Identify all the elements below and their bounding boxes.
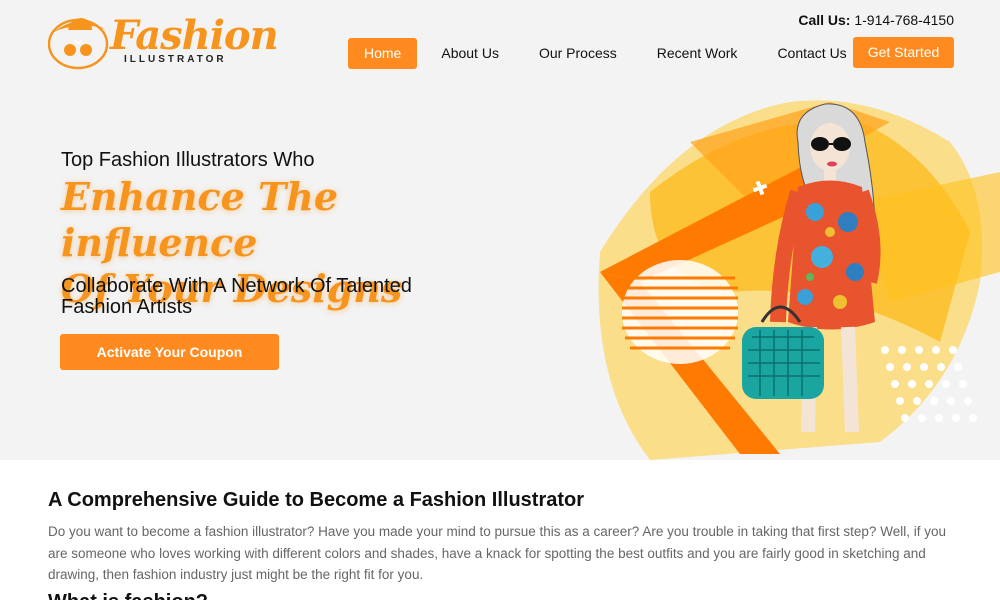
what-is-fashion-heading: What is fashion? bbox=[48, 591, 208, 600]
guide-body-text: Do you want to become a fashion illustra… bbox=[48, 524, 946, 582]
nav-our-process[interactable]: Our Process bbox=[523, 38, 633, 69]
logo-wordmark: Fashion bbox=[110, 12, 279, 59]
guide-section: A Comprehensive Guide to Become a Fashio… bbox=[0, 460, 1000, 600]
main-nav: Home About Us Our Process Recent Work Co… bbox=[348, 37, 871, 69]
site-logo[interactable]: Fashion ILLUSTRATOR bbox=[48, 10, 279, 72]
get-started-button[interactable]: Get Started bbox=[853, 37, 954, 68]
activate-coupon-button[interactable]: Activate Your Coupon bbox=[60, 334, 279, 370]
hero-pre-title: Top Fashion Illustrators Who bbox=[61, 149, 315, 171]
hero-title-line-1: Enhance The influence bbox=[61, 174, 339, 265]
call-us: Call Us: 1-914-768-4150 bbox=[798, 12, 954, 28]
nav-about-us[interactable]: About Us bbox=[425, 38, 515, 69]
call-us-label: Call Us: bbox=[798, 12, 851, 28]
site-header: Fashion ILLUSTRATOR Call Us: 1-914-768-4… bbox=[0, 0, 1000, 82]
nav-recent-work[interactable]: Recent Work bbox=[641, 38, 754, 69]
hat-woman-logo-icon bbox=[48, 18, 109, 70]
striped-oval bbox=[622, 260, 738, 364]
logo-tagline: ILLUSTRATOR bbox=[124, 54, 227, 65]
nav-contact-us[interactable]: Contact Us bbox=[761, 38, 862, 69]
guide-title: A Comprehensive Guide to Become a Fashio… bbox=[48, 489, 585, 511]
hero-section: Top Fashion Illustrators Who Enhance The… bbox=[0, 82, 1000, 460]
phone-number[interactable]: 1-914-768-4150 bbox=[854, 12, 954, 28]
nav-home[interactable]: Home bbox=[348, 37, 418, 69]
hero-subtitle: Collaborate With A Network Of Talented F… bbox=[61, 275, 412, 318]
fashion-illustration-image bbox=[598, 100, 1000, 460]
